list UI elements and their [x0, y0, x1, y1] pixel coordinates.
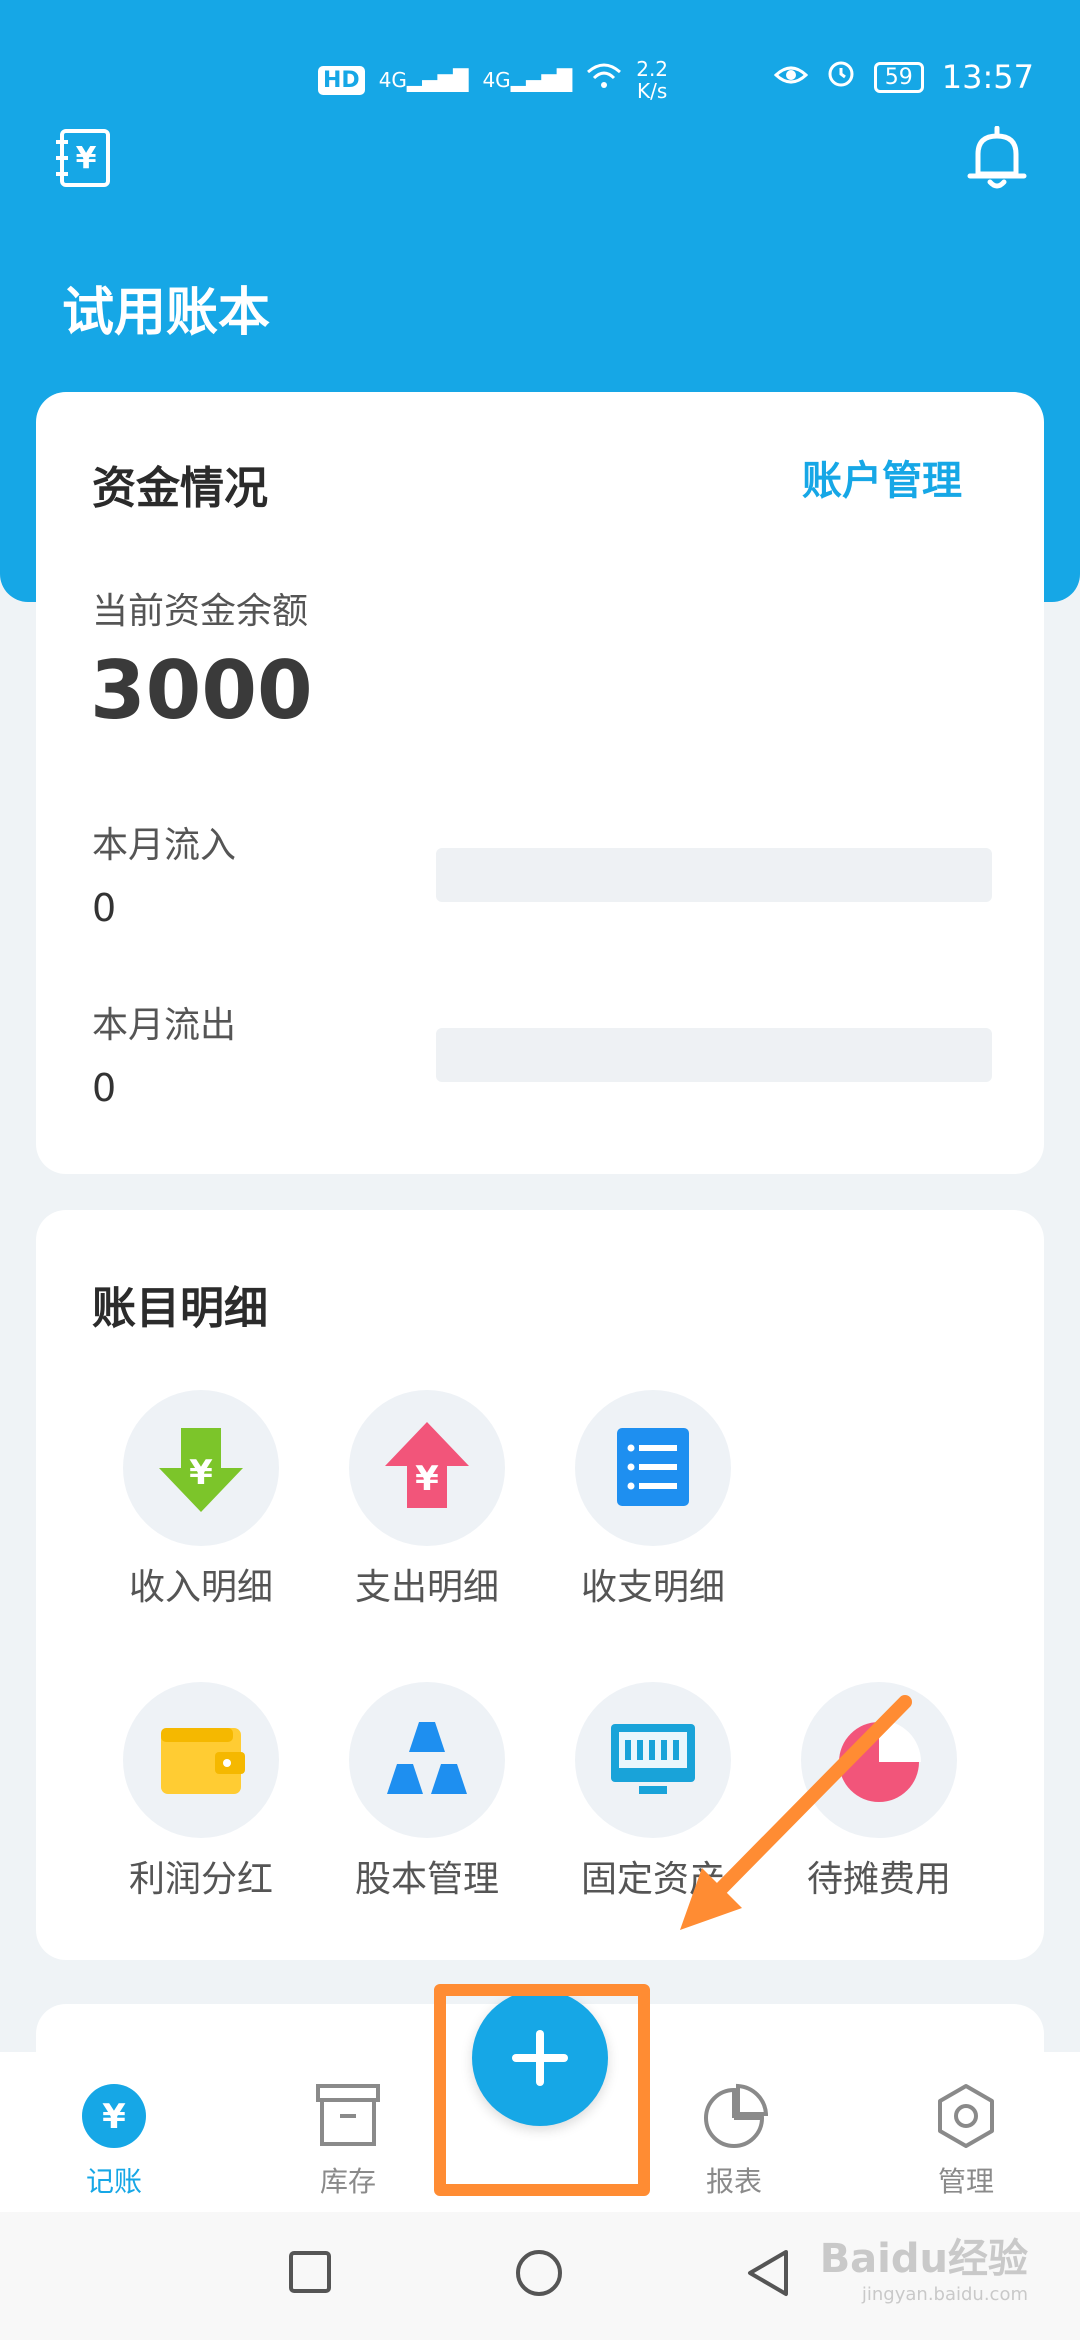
home-icon[interactable]: [514, 2248, 564, 2298]
nav-bookkeeping[interactable]: ¥ 记账: [44, 2082, 184, 2200]
equity-management-label: 股本管理: [354, 1859, 499, 1900]
speed-value: 2.2: [636, 57, 669, 81]
status-right: 59 13:57: [773, 58, 1034, 96]
details-title: 账目明细: [92, 1283, 268, 1334]
wifi-icon: [586, 62, 622, 98]
ledger-book-icon[interactable]: ¥: [54, 128, 112, 188]
income-expense-detail-item[interactable]: 收支明细: [558, 1390, 748, 1610]
annotation-arrow-icon: [680, 1695, 912, 1930]
equity-management-item[interactable]: 股本管理: [332, 1682, 522, 1902]
income-detail-label: 收入明细: [128, 1567, 273, 1608]
alarm-icon: [826, 58, 856, 96]
status-time: 13:57: [941, 58, 1034, 96]
hexagon-gear-icon: [938, 2084, 994, 2148]
status-left: HD 4G▂▄▆█ 4G▂▄▆█ 2.2 K/s: [318, 58, 668, 102]
recent-apps-icon[interactable]: [288, 2250, 332, 2294]
svg-text:¥: ¥: [102, 2097, 126, 2137]
expense-detail-item[interactable]: ¥ 支出明细: [332, 1390, 522, 1610]
outflow-label: 本月流出: [92, 1005, 237, 1046]
funds-card: 资金情况 账户管理 当前资金余额 3000 本月流入 0 本月流出 0: [36, 392, 1044, 1174]
watermark-sub: jingyan.baidu.com: [861, 2284, 1028, 2305]
bell-icon[interactable]: [966, 125, 1028, 192]
income-detail-item[interactable]: ¥ 收入明细: [106, 1390, 296, 1610]
expense-detail-label: 支出明细: [354, 1567, 499, 1608]
eye-icon: [773, 60, 808, 95]
wallet-icon: [123, 1682, 279, 1838]
hd-badge: HD: [318, 65, 365, 95]
battery-indicator: 59: [873, 61, 924, 93]
nav-reports-label: 报表: [705, 2165, 762, 2198]
balance-value: 3000: [90, 644, 313, 737]
nav-reports[interactable]: 报表: [664, 2082, 804, 2200]
signal-4g-2: 4G▂▄▆█: [482, 68, 573, 92]
annotation-highlight-box: [434, 1984, 650, 2196]
triangles-icon: [349, 1682, 505, 1838]
nav-manage-label: 管理: [937, 2165, 994, 2198]
nav-inventory[interactable]: 库存: [278, 2082, 418, 2200]
status-bar: HD 4G▂▄▆█ 4G▂▄▆█ 2.2 K/s 59 13:57: [0, 40, 1080, 120]
account-management-link[interactable]: 账户管理: [802, 448, 962, 506]
funds-title: 资金情况: [92, 463, 268, 514]
speed-unit: K/s: [636, 79, 668, 103]
list-icon: [575, 1390, 731, 1546]
inflow-bar: [436, 848, 992, 902]
watermark: Baidu经验 jingyan.baidu.com: [820, 2226, 1028, 2305]
yen-circle-icon: ¥: [82, 2084, 146, 2148]
svg-text:¥: ¥: [189, 1453, 213, 1493]
archive-box-icon: [316, 2084, 380, 2146]
inflow-value: 0: [92, 886, 117, 930]
income-arrow-icon: ¥: [123, 1390, 279, 1546]
signal-label-1: 4G: [378, 68, 407, 92]
svg-text:¥: ¥: [76, 141, 97, 176]
ledger-title[interactable]: 试用账本: [62, 270, 270, 345]
outflow-value: 0: [92, 1066, 117, 1110]
outflow-bar: [436, 1028, 992, 1082]
nav-manage[interactable]: 管理: [896, 2082, 1036, 2200]
back-icon[interactable]: [744, 2248, 792, 2298]
expense-arrow-icon: ¥: [349, 1390, 505, 1546]
balance-label: 当前资金余额: [92, 591, 309, 632]
profit-dividend-label: 利润分红: [128, 1859, 273, 1900]
inflow-label: 本月流入: [92, 825, 237, 866]
income-expense-detail-label: 收支明细: [580, 1567, 725, 1608]
nav-inventory-label: 库存: [319, 2165, 376, 2198]
network-speed: 2.2 K/s: [636, 58, 668, 102]
signal-4g-1: 4G▂▄▆█: [378, 68, 469, 92]
watermark-text: Baidu经验: [819, 2236, 1028, 2282]
profit-dividend-item[interactable]: 利润分红: [106, 1682, 296, 1902]
signal-label-2: 4G: [482, 68, 511, 92]
pie-chart-icon: [704, 2083, 769, 2148]
svg-text:¥: ¥: [415, 1459, 439, 1499]
nav-bookkeeping-label: 记账: [85, 2165, 142, 2198]
